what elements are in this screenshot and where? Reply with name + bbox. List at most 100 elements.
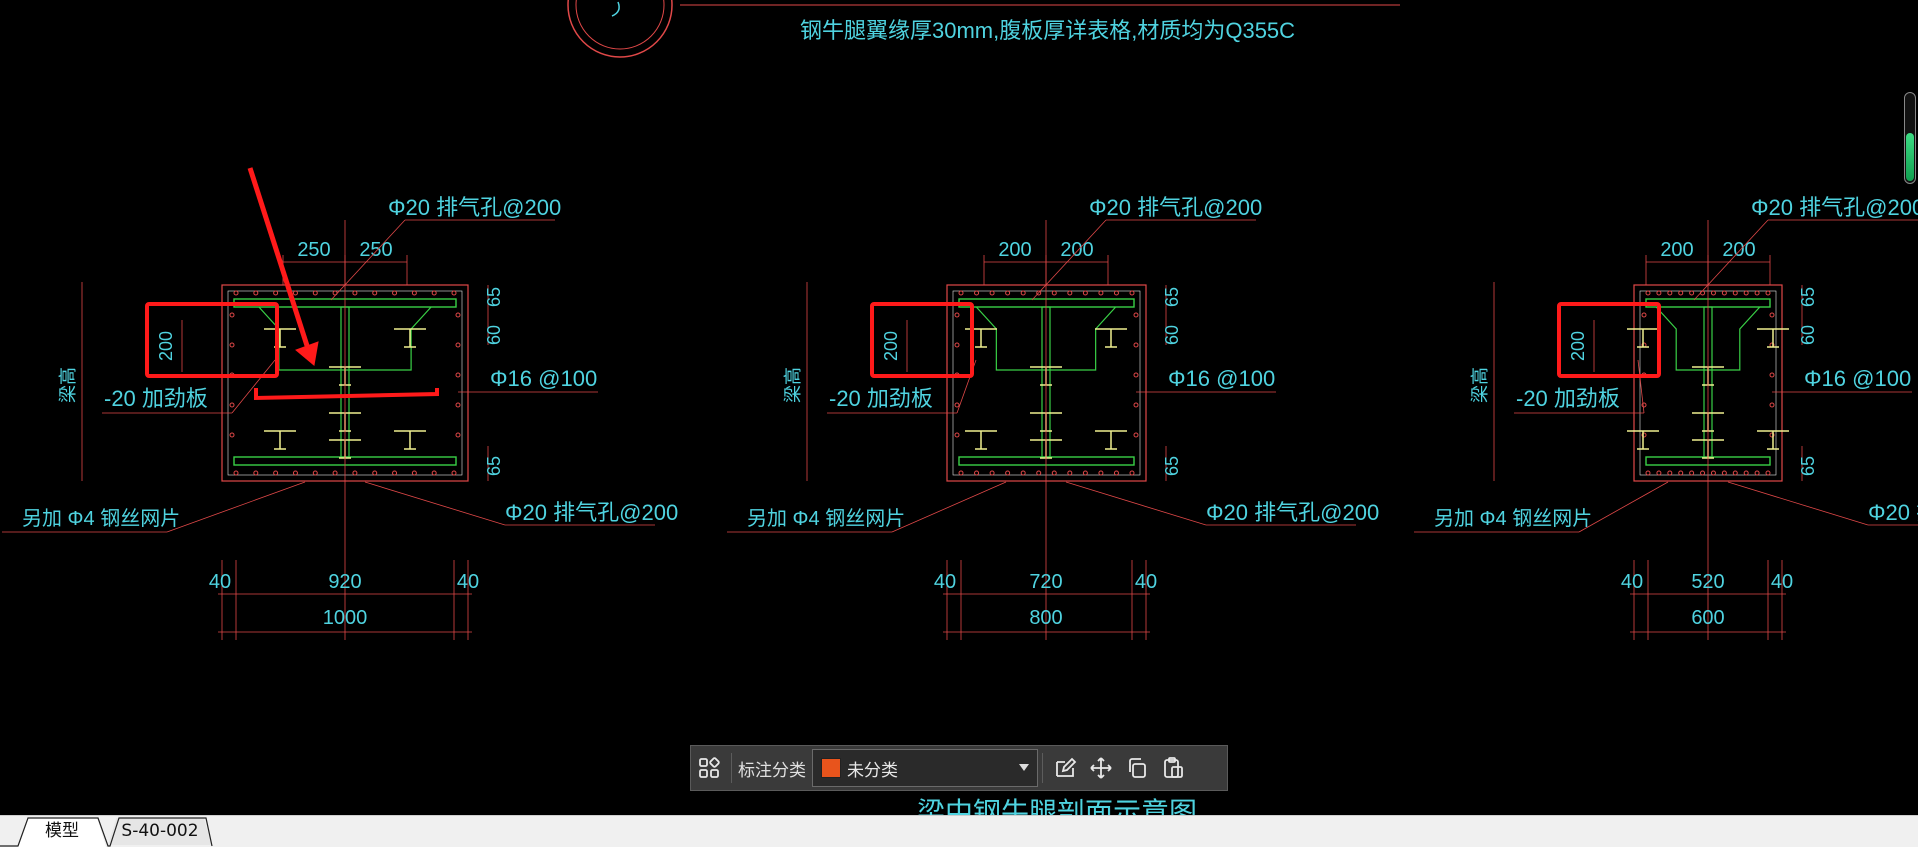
stirrup-label: Φ16 @100 [1804, 366, 1911, 391]
rebar-dot [229, 402, 235, 408]
rebar-dot [1710, 470, 1716, 476]
dim-total: 600 [1691, 607, 1724, 629]
grid-icon[interactable] [691, 750, 727, 786]
dim-65-top: 65 [484, 287, 504, 307]
rebar-dot [1036, 470, 1042, 476]
rebar-dot [1051, 290, 1057, 296]
dim-200-label: 200 [881, 331, 901, 361]
dim-65-bottom: 65 [1798, 456, 1818, 476]
rebar-dot [1020, 290, 1026, 296]
stiffener-label: -20 加劲板 [104, 386, 208, 411]
vent-top-label: Φ20 排气孔@200 [1089, 195, 1262, 220]
shear-stud [1757, 328, 1789, 348]
rebar-dot [1769, 372, 1775, 378]
move-icon[interactable] [1083, 750, 1119, 786]
stirrup-label: Φ16 @100 [490, 366, 597, 391]
vent-leader [1693, 219, 1769, 301]
detail-circle-inner [575, 0, 665, 50]
rebar-dot [1743, 470, 1749, 476]
drawing-title: 梁中钢牛腿剖面示意图 [917, 797, 1197, 815]
rebar-dot [229, 432, 235, 438]
shear-stud [965, 328, 997, 348]
rebar-dot [958, 290, 964, 296]
section-1: 250 250 Φ20 排气孔@200 65 60 65 Φ16 @100 梁高 200 -20 … [2, 195, 678, 640]
rebar-dot [1129, 290, 1135, 296]
rebar-dot [455, 372, 461, 378]
rebar-dot [1700, 470, 1706, 476]
copy-icon[interactable] [1119, 750, 1155, 786]
dim-65-bottom: 65 [484, 456, 504, 476]
rebar-dot [292, 290, 298, 296]
rebar-dot [1067, 290, 1073, 296]
general-note: 钢牛腿翼缘厚30mm,腹板厚详表格,材质均为Q355C [800, 18, 1295, 43]
rebar-dot [1113, 470, 1119, 476]
category-select[interactable]: 未分类 [812, 749, 1038, 787]
vent-bottom-leader [364, 481, 506, 526]
rebar-dot [954, 312, 960, 318]
shear-stud [394, 430, 426, 450]
category-color-swatch [821, 758, 841, 778]
vertical-scrollbar[interactable] [1904, 92, 1916, 184]
shear-stud [1095, 328, 1127, 348]
dim-inner: 720 [1029, 571, 1062, 593]
rebar-dot [1005, 470, 1011, 476]
rebar-dot [233, 290, 239, 296]
shear-stud [1095, 430, 1127, 450]
rebar-dot [451, 290, 457, 296]
rebar-dot [332, 470, 338, 476]
shear-stud [965, 430, 997, 450]
paste-icon[interactable] [1155, 750, 1191, 786]
rebar-dot [1667, 290, 1673, 296]
rebar-dot [958, 470, 964, 476]
layout-tab-bar: 模型 S-40-002 [0, 815, 1918, 847]
dim-top-left: 200 [998, 239, 1031, 261]
rebar-dot [1133, 372, 1139, 378]
rebar-dot [1678, 290, 1684, 296]
rebar-dot [411, 470, 417, 476]
rebar-dot [253, 290, 259, 296]
dim-60: 60 [1162, 325, 1182, 345]
rebar-dot [1645, 470, 1651, 476]
rebar-dot [229, 312, 235, 318]
rebar-dot [954, 432, 960, 438]
dim-200-label: 200 [156, 331, 176, 361]
dim-side-right: 40 [1135, 571, 1157, 593]
section-2: 200 200 Φ20 排气孔@200 65 60 65 Φ16 @100 梁高 200 -20 … [727, 195, 1379, 640]
rebar-dot [1721, 470, 1727, 476]
stiffener-leader [231, 359, 276, 414]
rebar-dot [352, 470, 358, 476]
shear-stud [1627, 430, 1659, 450]
vent-bottom-leader [1065, 481, 1207, 526]
rebar-dot [233, 470, 239, 476]
rebar-dot [312, 290, 318, 296]
rebar-dot [974, 290, 980, 296]
dim-top-left: 250 [297, 239, 330, 261]
annotation-toolbar: 标注分类 未分类 [690, 745, 1228, 791]
rebar-dot [1113, 290, 1119, 296]
rebar-dot [372, 290, 378, 296]
category-value: 未分类 [847, 760, 898, 781]
annotation-arrow [247, 167, 313, 356]
rebar-dot [292, 470, 298, 476]
dim-top-right: 200 [1060, 239, 1093, 261]
rebar-dot [1020, 470, 1026, 476]
rebar-dot [253, 470, 259, 476]
rebar-dot [273, 290, 279, 296]
beam-height-label: 梁高 [1470, 367, 1490, 403]
rebar-dot [455, 342, 461, 348]
dim-65-top: 65 [1798, 287, 1818, 307]
rebar-dot [1743, 290, 1749, 296]
drawing-canvas[interactable]: 钢牛腿翼缘厚30mm,腹板厚详表格,材质均为Q355C 250 250 Φ20 排气孔… [0, 0, 1918, 815]
rebar-dot [1667, 470, 1673, 476]
dim-side-left: 40 [209, 571, 231, 593]
rebar-dot [1645, 290, 1651, 296]
shear-stud [394, 328, 426, 348]
rebar-dot [1133, 312, 1139, 318]
dim-top-left: 200 [1660, 239, 1693, 261]
scrollbar-thumb[interactable] [1906, 133, 1914, 181]
rebar-dot [431, 470, 437, 476]
rebar-dot [1732, 470, 1738, 476]
rebar-dot [1656, 290, 1662, 296]
mesh-label: 另加 Φ4 钢丝网片 [747, 507, 905, 530]
edit-icon[interactable] [1047, 750, 1083, 786]
